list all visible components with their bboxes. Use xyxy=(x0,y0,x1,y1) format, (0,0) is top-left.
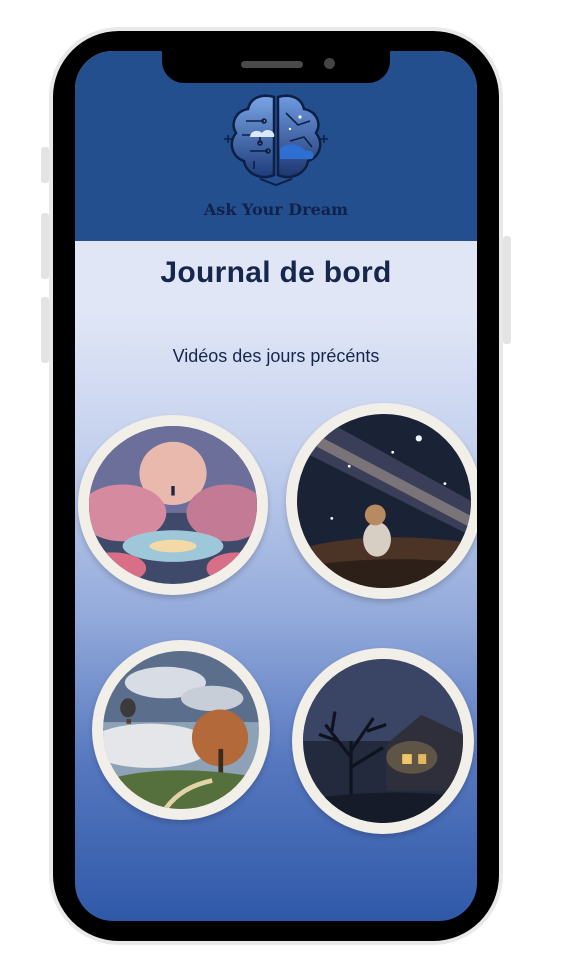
dreamscape-moon-lake-icon xyxy=(89,426,257,584)
section-subtitle: Vidéos des jours précénts xyxy=(172,346,380,366)
hot-air-balloon-clouds-icon xyxy=(103,651,259,809)
phone-screen: Ask Your Dream Journal de bord Vidéos de… xyxy=(75,51,477,921)
night-house-tree-icon xyxy=(303,659,463,823)
volume-down-button[interactable] xyxy=(41,297,49,363)
video-thumbnail-4[interactable] xyxy=(292,648,474,834)
brand-name: Ask Your Dream xyxy=(203,200,349,219)
milky-way-girl-icon xyxy=(297,414,471,588)
power-button[interactable] xyxy=(503,236,511,344)
video-thumbnail-1[interactable] xyxy=(78,415,268,595)
video-thumbnail-2[interactable] xyxy=(286,403,477,599)
page-title: Journal de bord xyxy=(160,256,392,289)
video-thumbnail-3[interactable] xyxy=(92,640,270,820)
camera-icon xyxy=(324,58,335,69)
mute-switch[interactable] xyxy=(41,147,49,183)
brain-logo-icon xyxy=(224,94,328,187)
speaker-icon xyxy=(241,61,303,68)
volume-up-button[interactable] xyxy=(41,213,49,279)
